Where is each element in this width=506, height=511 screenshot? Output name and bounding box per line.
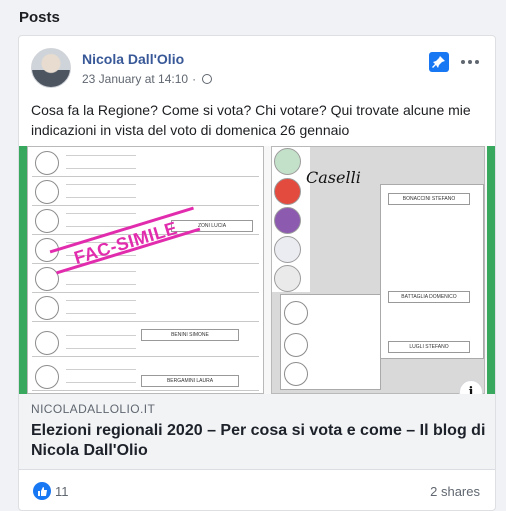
author-name[interactable]: Nicola Dall'Olio xyxy=(82,51,184,67)
green-border-left xyxy=(19,146,27,394)
post-header: Nicola Dall'Olio 23 January at 14:10 · xyxy=(31,48,483,92)
candidate-battaglia: BATTAGLIA DOMENICO xyxy=(388,291,470,303)
meta-separator: · xyxy=(192,72,197,86)
link-title[interactable]: Elezioni regionali 2020 – Per cosa si vo… xyxy=(31,421,487,461)
link-preview-meta[interactable]: NICOLADALLOLIO.IT Elezioni regionali 202… xyxy=(19,394,495,470)
post-card: Nicola Dall'Olio 23 January at 14:10 · C… xyxy=(18,35,496,511)
ballot-right: BONACCINI STEFANO BATTAGLIA DOMENICO LUG… xyxy=(271,146,485,394)
green-border-right xyxy=(487,146,495,394)
post-message: Cosa fa la Regione? Come si vota? Chi vo… xyxy=(31,102,471,138)
candidate-bergamini: BERGAMINI LAURA xyxy=(141,375,239,387)
post-timestamp[interactable]: 23 January at 14:10 xyxy=(82,72,188,86)
share-count[interactable]: 2 shares xyxy=(430,484,480,499)
link-domain: NICOLADALLOLIO.IT xyxy=(31,402,156,416)
candidate-benini: BENINI SIMONE xyxy=(141,329,239,341)
link-preview-image[interactable]: ZONI LUCIA BENINI SIMONE BERGAMINI LAURA… xyxy=(19,146,495,394)
handwritten-vote: Caselli xyxy=(306,168,361,187)
reactions-bar: 11 2 shares xyxy=(31,479,483,503)
candidate-lugli: LUGLI STEFANO xyxy=(388,341,470,353)
like-icon[interactable] xyxy=(33,482,51,500)
more-options-icon[interactable] xyxy=(458,52,482,72)
pin-icon[interactable] xyxy=(429,52,449,72)
avatar[interactable] xyxy=(31,48,71,88)
reaction-count[interactable]: 11 xyxy=(55,484,69,499)
post-meta: 23 January at 14:10 · xyxy=(82,72,213,86)
globe-icon xyxy=(202,74,213,84)
section-title: Posts xyxy=(19,9,60,26)
candidate-bonaccini: BONACCINI STEFANO xyxy=(388,193,470,205)
